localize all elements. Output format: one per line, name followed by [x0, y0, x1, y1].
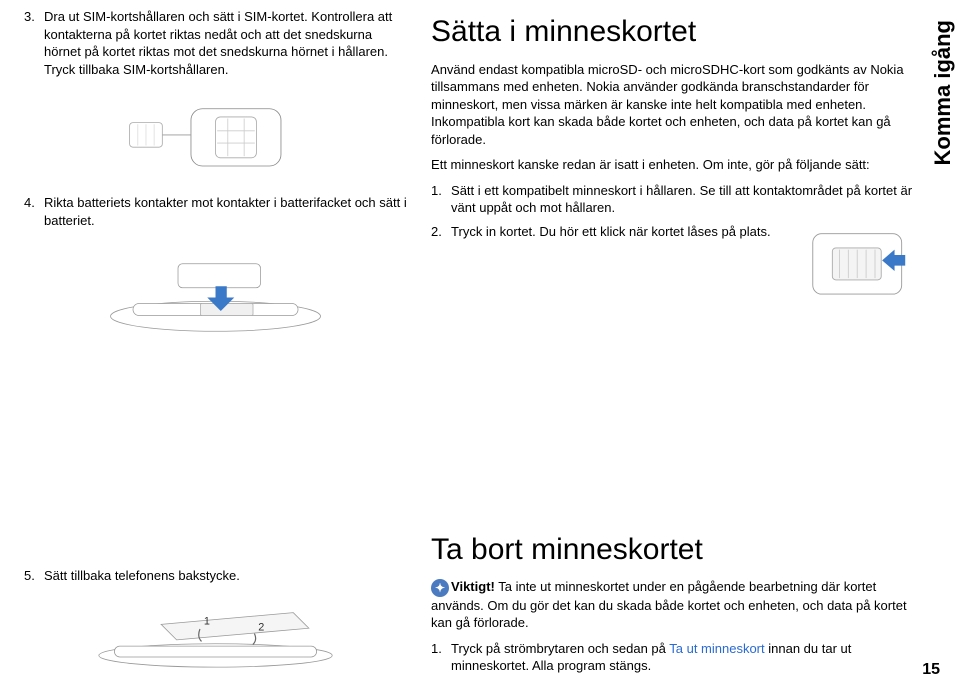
- page-number: 15: [922, 659, 940, 681]
- illustration-sim-holder: [24, 94, 407, 184]
- step-text: Dra ut SIM-kortshållaren och sätt i SIM-…: [44, 8, 407, 78]
- step-number: 5.: [24, 567, 38, 585]
- step-number: 4.: [24, 194, 38, 229]
- page-content: 3. Dra ut SIM-kortshållaren och sätt i S…: [24, 8, 936, 681]
- step-number: 1.: [431, 640, 445, 675]
- link-remove-card: Ta ut minneskort: [669, 641, 764, 656]
- step-text: Rikta batteriets kontakter mot kontakter…: [44, 194, 407, 229]
- heading-remove-card: Ta bort minneskortet: [431, 530, 914, 571]
- step-number: 3.: [24, 8, 38, 78]
- step-text: Tryck på strömbrytaren och sedan på Ta u…: [451, 640, 914, 675]
- illustration-battery-insert: [24, 245, 407, 335]
- list-item: 1. Tryck på strömbrytaren och sedan på T…: [431, 640, 914, 675]
- svg-text:1: 1: [204, 615, 210, 627]
- note-text: Ta inte ut minneskortet under en pågåend…: [431, 579, 907, 630]
- paragraph: Använd endast kompatibla microSD- och mi…: [431, 61, 914, 149]
- step-text: Sätt tillbaka telefonens bakstycke.: [44, 567, 240, 585]
- right-column: Sätta i minneskortet Använd endast kompa…: [431, 8, 914, 681]
- step-5: 5. Sätt tillbaka telefonens bakstycke.: [24, 567, 407, 585]
- svg-text:2: 2: [258, 622, 264, 634]
- step-number: 1.: [431, 182, 445, 217]
- illustration-card-slot: [804, 223, 914, 308]
- paragraph: Ett minneskort kanske redan är isatt i e…: [431, 156, 914, 174]
- left-column: 3. Dra ut SIM-kortshållaren och sätt i S…: [24, 8, 407, 681]
- step-4: 4. Rikta batteriets kontakter mot kontak…: [24, 194, 407, 229]
- list-item: 1. Sätt i ett kompatibelt minneskort i h…: [431, 182, 914, 217]
- important-label: Viktigt!: [451, 579, 495, 594]
- illustration-back-cover: 1 2: [24, 601, 407, 671]
- step-text: Tryck in kortet. Du hör ett klick när ko…: [451, 223, 771, 241]
- heading-insert-card: Sätta i minneskortet: [431, 12, 914, 53]
- list-item: 2. Tryck in kortet. Du hör ett klick när…: [431, 223, 794, 241]
- side-tab-label: Komma igång: [928, 20, 958, 165]
- important-note: ✦Viktigt! Ta inte ut minneskortet under …: [431, 578, 914, 632]
- step-number: 2.: [431, 223, 445, 241]
- step-3: 3. Dra ut SIM-kortshållaren och sätt i S…: [24, 8, 407, 78]
- important-icon: ✦: [431, 579, 449, 597]
- step-text: Sätt i ett kompatibelt minneskort i håll…: [451, 182, 914, 217]
